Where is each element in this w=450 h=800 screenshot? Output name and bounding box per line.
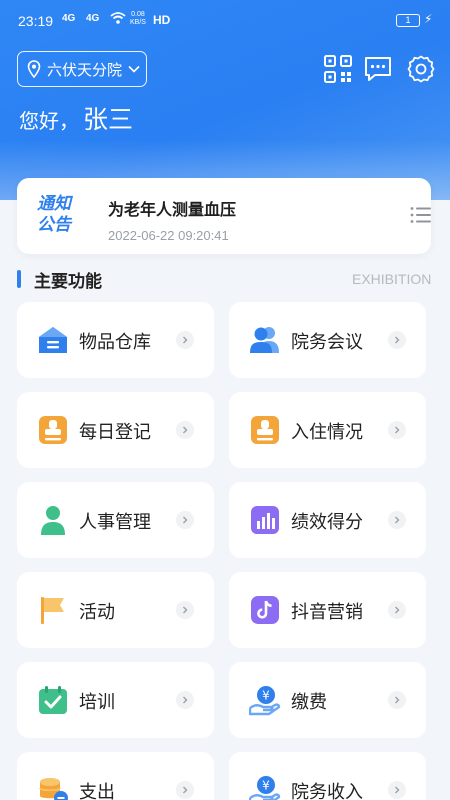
feature-tile-income[interactable]: ¥ 院务收入 bbox=[229, 752, 426, 800]
section-subtitle: EXHIBITION bbox=[352, 271, 432, 287]
chevron-right-icon bbox=[388, 601, 406, 619]
expense-coins-icon bbox=[39, 778, 68, 800]
chevron-right-icon bbox=[176, 421, 194, 439]
feature-tile-training[interactable]: 培训 bbox=[17, 662, 214, 738]
location-pin-icon bbox=[27, 60, 41, 78]
feature-tile-expense[interactable]: 支出 bbox=[17, 752, 214, 800]
daily-register-icon bbox=[39, 416, 67, 444]
feature-label: 抖音营销 bbox=[291, 602, 363, 623]
notice-badge: 通知 公告 bbox=[32, 194, 76, 240]
warehouse-icon bbox=[39, 327, 67, 353]
chevron-right-icon bbox=[388, 421, 406, 439]
checkin-icon bbox=[251, 416, 279, 444]
feature-tile-payment[interactable]: ¥ 缴费 bbox=[229, 662, 426, 738]
status-time: 23:19 bbox=[18, 13, 54, 29]
location-label: 六伏天分院 bbox=[47, 60, 123, 79]
payment-icon: ¥ bbox=[249, 686, 281, 716]
chevron-right-icon bbox=[176, 331, 194, 349]
feature-label: 活动 bbox=[79, 602, 115, 623]
flag-icon bbox=[41, 597, 64, 624]
notice-badge-line1: 通知 bbox=[37, 194, 71, 214]
wifi-icon bbox=[110, 12, 126, 24]
feature-tile-activity[interactable]: 活动 bbox=[17, 572, 214, 648]
list-icon[interactable] bbox=[410, 206, 432, 224]
battery-icon: 1 bbox=[396, 14, 420, 27]
feature-label: 支出 bbox=[79, 782, 115, 800]
chevron-right-icon bbox=[388, 691, 406, 709]
feature-tile-meeting[interactable]: 院务会议 bbox=[229, 302, 426, 378]
hd-indicator: HD bbox=[153, 13, 171, 27]
feature-tile-tiktok[interactable]: 抖音营销 bbox=[229, 572, 426, 648]
notice-badge-line2: 公告 bbox=[37, 215, 71, 235]
status-bar: 23:19 4G 4G 0.08 KB/S HD 1 ⚡ bbox=[0, 0, 450, 44]
greeting: 您好， 张三 bbox=[19, 100, 133, 136]
feature-label: 人事管理 bbox=[79, 512, 151, 533]
feature-label: 每日登记 bbox=[79, 422, 151, 443]
feature-label: 院务收入 bbox=[291, 782, 363, 800]
feature-tile-performance[interactable]: 绩效得分 bbox=[229, 482, 426, 558]
chevron-right-icon bbox=[388, 511, 406, 529]
section-indicator bbox=[17, 270, 21, 288]
chevron-right-icon bbox=[176, 781, 194, 799]
performance-chart-icon bbox=[251, 506, 279, 534]
svg-text:¥: ¥ bbox=[262, 779, 270, 793]
chevron-right-icon bbox=[176, 601, 194, 619]
network-speed-unit: KB/S bbox=[130, 19, 146, 26]
location-selector[interactable]: 六伏天分院 bbox=[17, 51, 147, 87]
svg-text:¥: ¥ bbox=[262, 689, 270, 703]
signal-icon: 4G bbox=[86, 13, 100, 24]
notice-title: 为老年人测量血压 bbox=[108, 200, 237, 219]
chevron-right-icon bbox=[388, 781, 406, 799]
feature-tile-warehouse[interactable]: 物品仓库 bbox=[17, 302, 214, 378]
meeting-icon bbox=[250, 327, 279, 353]
greeting-text: 您好， bbox=[19, 109, 79, 133]
feature-tile-personnel[interactable]: 人事管理 bbox=[17, 482, 214, 558]
feature-label: 绩效得分 bbox=[291, 512, 363, 533]
income-icon: ¥ bbox=[249, 776, 281, 800]
user-name: 张三 bbox=[83, 105, 134, 134]
home-screen: 23:19 4G 4G 0.08 KB/S HD 1 ⚡ 六伏天分院 您好， 张… bbox=[0, 0, 450, 800]
training-check-icon bbox=[39, 686, 67, 714]
feature-label: 培训 bbox=[79, 692, 115, 713]
section-title: 主要功能 bbox=[34, 272, 102, 292]
qr-code-icon[interactable] bbox=[323, 54, 353, 84]
personnel-icon bbox=[41, 506, 65, 535]
gear-icon[interactable] bbox=[406, 54, 436, 84]
feature-label: 物品仓库 bbox=[79, 332, 151, 353]
chevron-right-icon bbox=[176, 511, 194, 529]
feature-label: 院务会议 bbox=[291, 332, 363, 353]
network-speed-value: 0.08 bbox=[131, 11, 145, 18]
charging-icon: ⚡ bbox=[424, 12, 433, 26]
chevron-right-icon bbox=[176, 691, 194, 709]
notice-card[interactable]: 通知 公告 为老年人测量血压 2022-06-22 09:20:41 bbox=[17, 178, 431, 254]
notice-time: 2022-06-22 09:20:41 bbox=[108, 228, 229, 243]
feature-label: 入住情况 bbox=[291, 422, 363, 443]
signal-icon: 4G bbox=[62, 13, 76, 24]
feature-label: 缴费 bbox=[291, 692, 327, 713]
feature-tile-daily-register[interactable]: 每日登记 bbox=[17, 392, 214, 468]
tiktok-icon bbox=[251, 596, 279, 624]
message-icon[interactable] bbox=[363, 54, 393, 84]
feature-tile-checkin[interactable]: 入住情况 bbox=[229, 392, 426, 468]
chevron-right-icon bbox=[388, 331, 406, 349]
network-speed: 0.08 KB/S bbox=[130, 11, 146, 27]
chevron-down-icon bbox=[128, 65, 140, 73]
